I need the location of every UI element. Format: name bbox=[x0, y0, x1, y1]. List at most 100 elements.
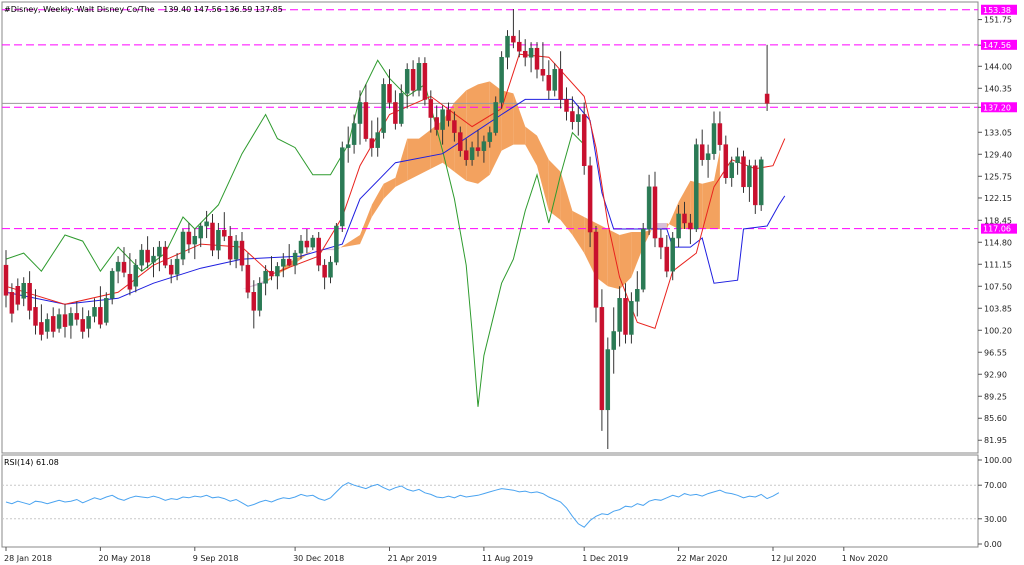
candle-bearish bbox=[27, 282, 32, 311]
rsi-tick-label: 100.00 bbox=[984, 456, 1012, 465]
cloud-segment bbox=[607, 229, 620, 290]
candle-bullish bbox=[493, 102, 498, 133]
candle-bearish bbox=[269, 270, 274, 277]
candle-bullish bbox=[298, 240, 304, 254]
rsi-tick-label: 0.00 bbox=[984, 540, 1002, 549]
time-tick-label: 12 Jul 2020 bbox=[771, 554, 816, 563]
time-tick-label: 30 Dec 2018 bbox=[293, 554, 344, 563]
candle-bullish bbox=[109, 270, 115, 299]
candle-bullish bbox=[676, 213, 681, 239]
candle-bearish bbox=[463, 150, 469, 160]
candle-bearish bbox=[452, 120, 457, 133]
time-tick-label: 22 Mar 2020 bbox=[677, 554, 728, 563]
candle-bearish bbox=[145, 249, 150, 263]
candle-bearish bbox=[163, 246, 168, 266]
candle-bullish bbox=[233, 240, 239, 260]
price-tick-label: 125.75 bbox=[984, 172, 1012, 181]
candle-bullish bbox=[151, 255, 156, 263]
candle-bearish bbox=[511, 35, 516, 43]
price-tick-label: 144.00 bbox=[984, 62, 1012, 71]
candle-bullish bbox=[611, 331, 616, 350]
candle-bullish bbox=[257, 282, 262, 311]
candle-bearish bbox=[517, 41, 522, 52]
candle-bearish bbox=[62, 314, 68, 327]
candle-bearish bbox=[688, 222, 693, 230]
candle-bullish bbox=[416, 63, 422, 91]
price-tick-label: 107.50 bbox=[984, 282, 1012, 291]
candle-bullish bbox=[174, 258, 180, 275]
candle-bearish bbox=[434, 117, 439, 130]
price-tick-label: 140.35 bbox=[984, 84, 1012, 93]
candle-bearish bbox=[9, 292, 15, 314]
candle-bullish bbox=[281, 258, 286, 267]
candle-bullish bbox=[528, 47, 534, 58]
time-tick-label: 11 Aug 2019 bbox=[482, 554, 533, 563]
candle-bullish bbox=[157, 246, 162, 257]
candle-bullish bbox=[481, 141, 487, 151]
candle-bullish bbox=[440, 109, 445, 130]
price-tick-label: 85.60 bbox=[984, 414, 1007, 423]
candle-bearish bbox=[475, 147, 481, 151]
candle-bullish bbox=[115, 261, 121, 272]
rsi-panel[interactable]: RSI(14) 61.08 bbox=[1, 454, 979, 548]
candle-bullish bbox=[735, 156, 740, 163]
candle-bullish bbox=[21, 282, 26, 299]
candle-bearish bbox=[422, 63, 428, 100]
chart-canvas: #Disney, Weekly: Walt Disney Co/The 139.… bbox=[0, 0, 1024, 565]
candle-bullish bbox=[617, 298, 622, 332]
candle-bullish bbox=[552, 69, 557, 91]
price-panel[interactable]: #Disney, Weekly: Walt Disney Co/The 139.… bbox=[1, 1, 979, 454]
candle-bearish bbox=[239, 240, 245, 266]
candle-bullish bbox=[711, 123, 717, 154]
candle-bearish bbox=[723, 144, 729, 179]
candle-bearish bbox=[682, 213, 687, 224]
candle-bullish bbox=[334, 225, 339, 263]
candle-bearish bbox=[741, 156, 746, 188]
candle-bullish bbox=[705, 153, 711, 160]
candle-bullish bbox=[92, 307, 97, 317]
candle-bearish bbox=[587, 165, 593, 233]
candle-bearish bbox=[286, 258, 292, 266]
candle-bearish bbox=[222, 229, 227, 237]
level-label: 117.06 bbox=[983, 225, 1011, 234]
cloud-segment bbox=[702, 180, 714, 230]
candle-bearish bbox=[251, 292, 257, 311]
candle-bullish bbox=[340, 147, 345, 227]
candle-bullish bbox=[328, 261, 333, 278]
price-tick-label: 81.95 bbox=[984, 436, 1007, 445]
candle-bullish bbox=[747, 165, 752, 188]
candle-bearish bbox=[593, 231, 599, 308]
candle-bullish bbox=[576, 114, 581, 122]
time-tick-label: 9 Sep 2018 bbox=[193, 554, 239, 563]
candle-bullish bbox=[758, 159, 764, 206]
candle-bearish bbox=[80, 319, 85, 332]
candle-bullish bbox=[56, 314, 62, 329]
candle-bearish bbox=[316, 237, 321, 266]
candle-bearish bbox=[168, 264, 174, 275]
candle-bullish bbox=[216, 229, 221, 251]
price-tick-label: 129.40 bbox=[984, 150, 1012, 159]
candle-bullish bbox=[45, 319, 50, 332]
candle-bearish bbox=[210, 222, 215, 251]
candle-bearish bbox=[599, 307, 605, 411]
chart-header: #Disney, Weekly: Walt Disney Co/The 139.… bbox=[4, 5, 283, 14]
candle-bearish bbox=[363, 102, 369, 139]
level-label: 153.38 bbox=[983, 6, 1011, 15]
candle-bullish bbox=[192, 235, 198, 245]
candle-bearish bbox=[428, 99, 434, 118]
candle-bullish bbox=[487, 132, 493, 142]
price-tick-label: 133.05 bbox=[984, 128, 1012, 137]
price-tick-label: 122.15 bbox=[984, 194, 1012, 203]
time-tick-label: 1 Dec 2019 bbox=[582, 554, 628, 563]
candle-bearish bbox=[534, 47, 540, 70]
time-tick-label: 28 Jan 2018 bbox=[4, 554, 52, 563]
price-tick-label: 151.75 bbox=[984, 16, 1012, 25]
candle-bullish bbox=[381, 84, 386, 133]
candle-bullish bbox=[68, 313, 74, 326]
candle-bullish bbox=[646, 186, 652, 230]
candle-bearish bbox=[717, 123, 723, 145]
level-label: 137.20 bbox=[983, 103, 1011, 112]
candle-bearish bbox=[98, 307, 103, 325]
candle-bearish bbox=[458, 132, 463, 151]
candle-bearish bbox=[186, 231, 192, 245]
